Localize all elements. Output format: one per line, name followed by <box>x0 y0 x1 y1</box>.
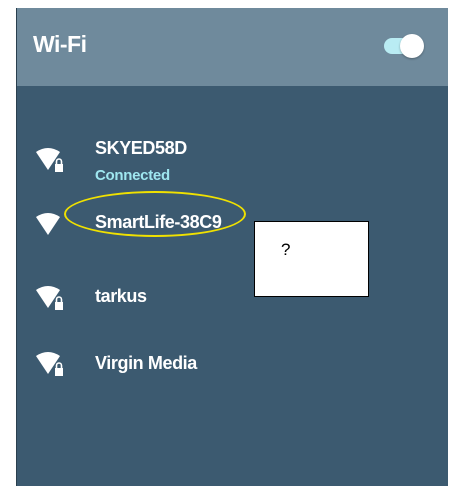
toggle-knob <box>400 34 424 58</box>
network-name: Virgin Media <box>95 353 197 373</box>
wifi-title: Wi-Fi <box>33 31 87 57</box>
wifi-lock-icon <box>36 148 63 172</box>
wifi-lock-icon <box>36 286 63 310</box>
wifi-icon <box>36 213 60 235</box>
network-name: SKYED58D <box>95 138 187 158</box>
network-name: tarkus <box>95 286 147 306</box>
network-item-virgin-media[interactable]: Virgin Media <box>17 340 448 400</box>
callout-text: ? <box>281 240 291 259</box>
network-item-tarkus[interactable]: tarkus <box>17 274 448 334</box>
wifi-header: Wi-Fi <box>17 8 448 86</box>
network-status: Connected <box>95 167 170 184</box>
highlight-ring <box>64 191 246 237</box>
wifi-lock-icon <box>36 352 63 376</box>
question-callout: ? <box>254 221 369 297</box>
wifi-panel: Wi-Fi SKYED58D Connected SmartLife-38C9 … <box>16 8 448 486</box>
wifi-toggle[interactable] <box>380 34 424 58</box>
network-item-skyed58d[interactable]: SKYED58D Connected <box>17 130 448 190</box>
